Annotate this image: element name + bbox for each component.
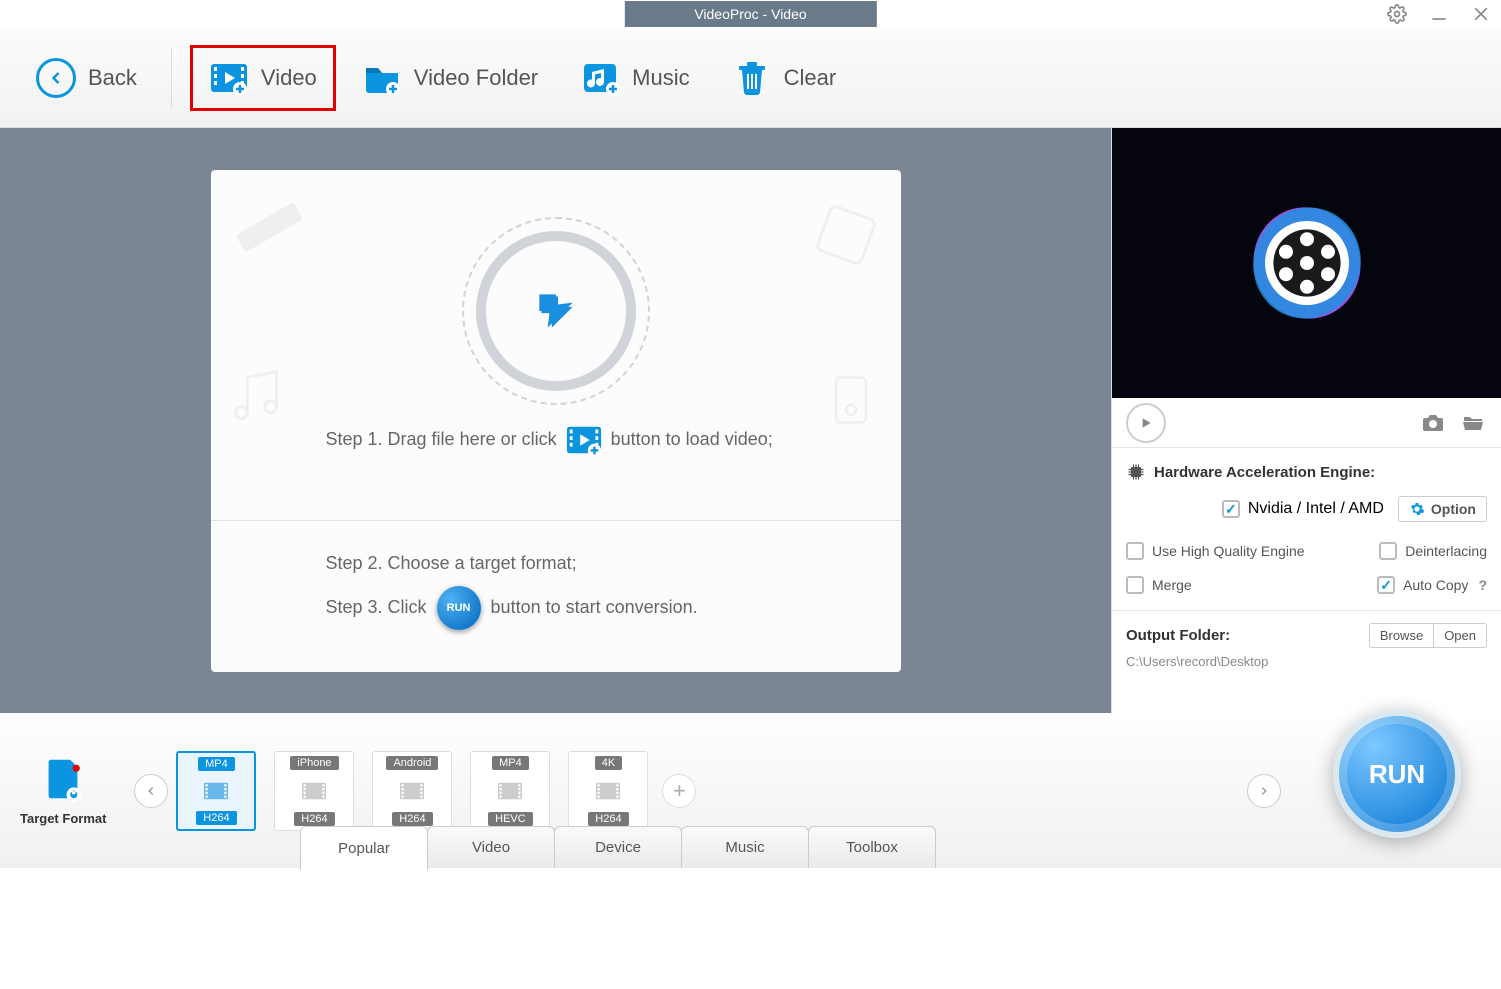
play-icon <box>1138 415 1154 431</box>
high-quality-checkbox[interactable]: Use High Quality Engine <box>1126 542 1305 560</box>
open-folder-icon[interactable] <box>1459 411 1487 435</box>
format-card-mp4-h264[interactable]: MP4H264 <box>176 751 256 831</box>
drop-circle <box>476 231 636 391</box>
deinterlacing-checkbox[interactable]: Deinterlacing <box>1379 542 1487 560</box>
add-music-button[interactable]: Music <box>564 48 705 108</box>
help-icon[interactable]: ? <box>1478 577 1487 593</box>
clear-label: Clear <box>784 65 837 91</box>
folder-add-icon <box>362 58 402 98</box>
tab-toolbox[interactable]: Toolbox <box>808 826 936 868</box>
open-button[interactable]: Open <box>1433 623 1487 648</box>
play-button[interactable] <box>1126 403 1166 443</box>
run-button[interactable]: RUN <box>1333 710 1461 838</box>
drop-bottom: Step 2. Choose a target format; Step 3. … <box>211 520 901 672</box>
output-label: Output Folder: <box>1126 627 1230 644</box>
output-path: C:\Users\record\Desktop <box>1126 654 1487 669</box>
add-video-folder-button[interactable]: Video Folder <box>346 48 554 108</box>
sidebar: Hardware Acceleration Engine: Nvidia / I… <box>1111 128 1501 713</box>
trash-icon <box>732 58 772 98</box>
format-card-iphone-h264[interactable]: iPhoneH264 <box>274 751 354 831</box>
toolbar: Back Video Video Folder Music Clear <box>0 28 1501 128</box>
chip-icon <box>1126 462 1146 482</box>
add-video-button[interactable]: Video <box>190 45 336 111</box>
target-format-icon <box>39 755 87 803</box>
back-arrow-icon <box>36 58 76 98</box>
format-card-4k-h264[interactable]: 4KH264 <box>568 751 648 831</box>
formats-prev-button[interactable] <box>134 774 168 808</box>
main-area: Step 1. Drag file here or click button t… <box>0 128 1501 713</box>
step2-text: Step 2. Choose a target format; <box>326 553 786 574</box>
tab-video[interactable]: Video <box>427 826 555 868</box>
drop-zone-container: Step 1. Drag file here or click button t… <box>0 128 1111 713</box>
format-list: MP4H264iPhoneH264AndroidH264MP4HEVC4KH26… <box>176 751 648 831</box>
target-format-label: Target Format <box>20 755 106 826</box>
snapshot-icon[interactable] <box>1419 411 1447 435</box>
tab-popular[interactable]: Popular <box>300 826 428 870</box>
music-label: Music <box>632 65 689 91</box>
format-card-android-h264[interactable]: AndroidH264 <box>372 751 452 831</box>
app-logo-icon <box>1237 193 1377 333</box>
run-mini-icon: RUN <box>437 586 481 630</box>
hw-title: Hardware Acceleration Engine: <box>1126 462 1487 482</box>
tab-device[interactable]: Device <box>554 826 682 868</box>
merge-checkbox[interactable]: Merge <box>1126 576 1192 594</box>
browse-button[interactable]: Browse <box>1369 623 1433 648</box>
video-folder-label: Video Folder <box>414 65 538 91</box>
drop-panel[interactable]: Step 1. Drag file here or click button t… <box>211 170 901 672</box>
titlebar: VideoProc - Video <box>0 0 1501 28</box>
step1-text: Step 1. Drag file here or click button t… <box>211 421 813 459</box>
window-controls <box>1387 4 1491 24</box>
hw-panel: Hardware Acceleration Engine: Nvidia / I… <box>1112 448 1501 610</box>
app-title: VideoProc - Video <box>624 1 876 27</box>
video-label: Video <box>261 65 317 91</box>
tab-music[interactable]: Music <box>681 826 809 868</box>
drop-top: Step 1. Drag file here or click button t… <box>211 170 901 520</box>
back-button[interactable]: Back <box>20 48 153 108</box>
close-icon[interactable] <box>1471 4 1491 24</box>
add-format-button[interactable]: + <box>662 774 696 808</box>
step3-text: Step 3. Click RUN button to start conver… <box>326 586 786 630</box>
music-add-icon <box>580 58 620 98</box>
hw-option-button[interactable]: Option <box>1398 496 1487 522</box>
output-panel: Output Folder: Browse Open C:\Users\reco… <box>1112 610 1501 681</box>
autocopy-checkbox[interactable]: Auto Copy? <box>1377 576 1487 594</box>
preview-controls <box>1112 398 1501 448</box>
minimize-icon[interactable] <box>1429 4 1449 24</box>
video-preview <box>1112 128 1501 398</box>
separator <box>171 48 172 108</box>
format-card-mp4-hevc[interactable]: MP4HEVC <box>470 751 550 831</box>
settings-gear-icon[interactable] <box>1387 4 1407 24</box>
upload-arrow-icon <box>531 286 581 336</box>
gear-icon <box>1409 501 1425 517</box>
hw-accel-checkbox[interactable]: Nvidia / Intel / AMD <box>1222 500 1384 518</box>
video-add-mini-icon <box>565 421 603 459</box>
video-add-icon <box>209 58 249 98</box>
formats-next-button[interactable] <box>1247 774 1281 808</box>
clear-button[interactable]: Clear <box>716 48 853 108</box>
format-tabs: PopularVideoDeviceMusicToolbox <box>300 826 1501 868</box>
back-label: Back <box>88 65 137 91</box>
